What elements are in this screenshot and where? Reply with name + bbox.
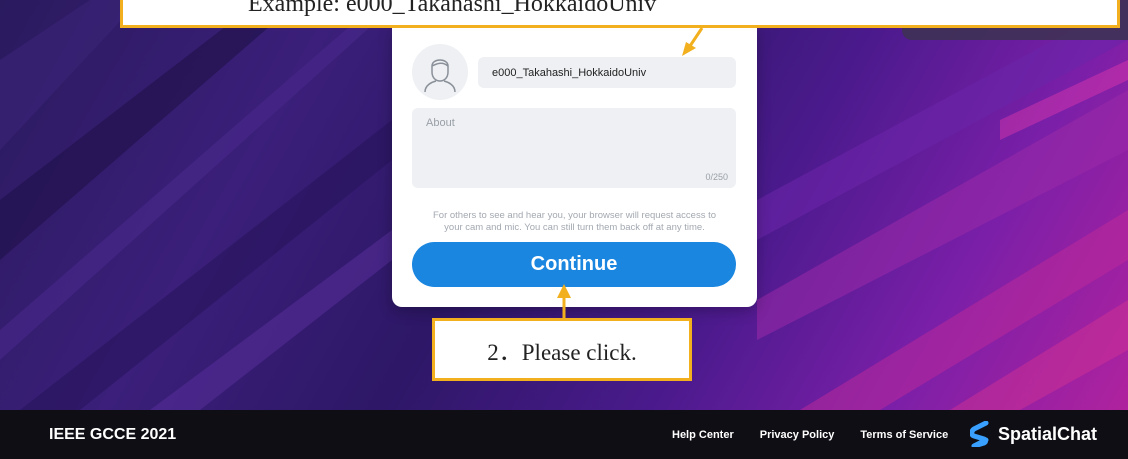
footer-bar: IEEE GCCE 2021 Help Center Privacy Polic… <box>0 410 1128 459</box>
about-char-counter: 0/250 <box>705 172 728 182</box>
user-outline-icon <box>424 59 456 92</box>
terms-of-service-link[interactable]: Terms of Service <box>860 429 948 441</box>
instruction-callout-click: 2．Please click. <box>432 318 692 381</box>
spatialchat-brand[interactable]: SpatialChat <box>970 419 1097 449</box>
about-field: 0/250 <box>412 108 736 188</box>
callout-click-text: 2．Please click. <box>487 339 637 365</box>
avatar[interactable] <box>412 44 468 100</box>
brand-name: SpatialChat <box>998 423 1098 444</box>
permission-notice: For others to see and hear you, your bro… <box>406 210 743 234</box>
name-input[interactable] <box>478 57 736 88</box>
notice-line-2: your cam and mic. You can still turn the… <box>444 222 705 233</box>
continue-button[interactable]: Continue <box>412 242 736 287</box>
instruction-callout-example: Example: e000_Takahashi_HokkaidoUniv <box>120 0 1120 28</box>
spatialchat-logo-icon <box>970 421 989 447</box>
notice-line-1: For others to see and hear you, your bro… <box>432 210 717 221</box>
about-textarea[interactable] <box>412 108 736 188</box>
callout-example-text: Example: e000_Takahashi_HokkaidoUniv <box>248 0 657 17</box>
privacy-policy-link[interactable]: Privacy Policy <box>760 429 835 441</box>
event-name: IEEE GCCE 2021 <box>49 426 177 443</box>
help-center-link[interactable]: Help Center <box>672 429 734 441</box>
profile-setup-card: 0/250 For others to see and hear you, yo… <box>392 28 757 307</box>
footer-links: Help Center Privacy Policy Terms of Serv… <box>672 429 974 441</box>
